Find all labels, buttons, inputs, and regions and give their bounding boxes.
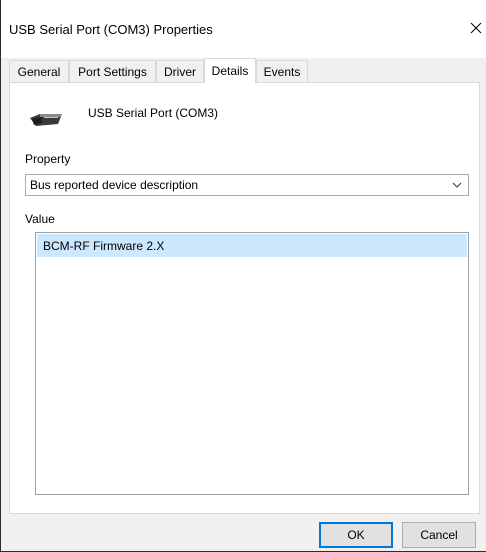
tab-label: Driver [164,64,196,79]
close-icon [470,22,482,34]
list-item[interactable]: BCM-RF Firmware 2.X [37,234,467,257]
tab-port-settings[interactable]: Port Settings [69,60,156,82]
properties-dialog: USB Serial Port (COM3) Properties Genera… [0,0,486,552]
property-label: Property [25,152,71,166]
cancel-button[interactable]: Cancel [402,522,476,548]
tab-label: Port Settings [78,64,147,79]
window-title: USB Serial Port (COM3) Properties [9,22,213,37]
title-bar[interactable]: USB Serial Port (COM3) Properties [1,0,486,58]
value-list[interactable]: BCM-RF Firmware 2.X [35,232,469,495]
tab-details[interactable]: Details [204,58,256,83]
tab-label: Details [211,64,249,78]
property-dropdown[interactable]: Bus reported device description [25,174,469,196]
close-button[interactable] [465,16,486,40]
value-label: Value [25,212,55,226]
serial-port-connector-icon [30,114,62,126]
tab-general[interactable]: General [9,60,69,82]
tab-strip: General Port Settings Driver Details Eve… [9,58,479,83]
tab-driver[interactable]: Driver [156,60,204,82]
property-selected-value: Bus reported device description [30,178,199,192]
tab-label: General [17,64,61,79]
tab-label: Events [263,64,301,79]
device-name: USB Serial Port (COM3) [88,106,219,120]
chevron-down-icon [452,182,462,188]
ok-button[interactable]: OK [319,522,393,548]
tab-events[interactable]: Events [256,60,308,82]
